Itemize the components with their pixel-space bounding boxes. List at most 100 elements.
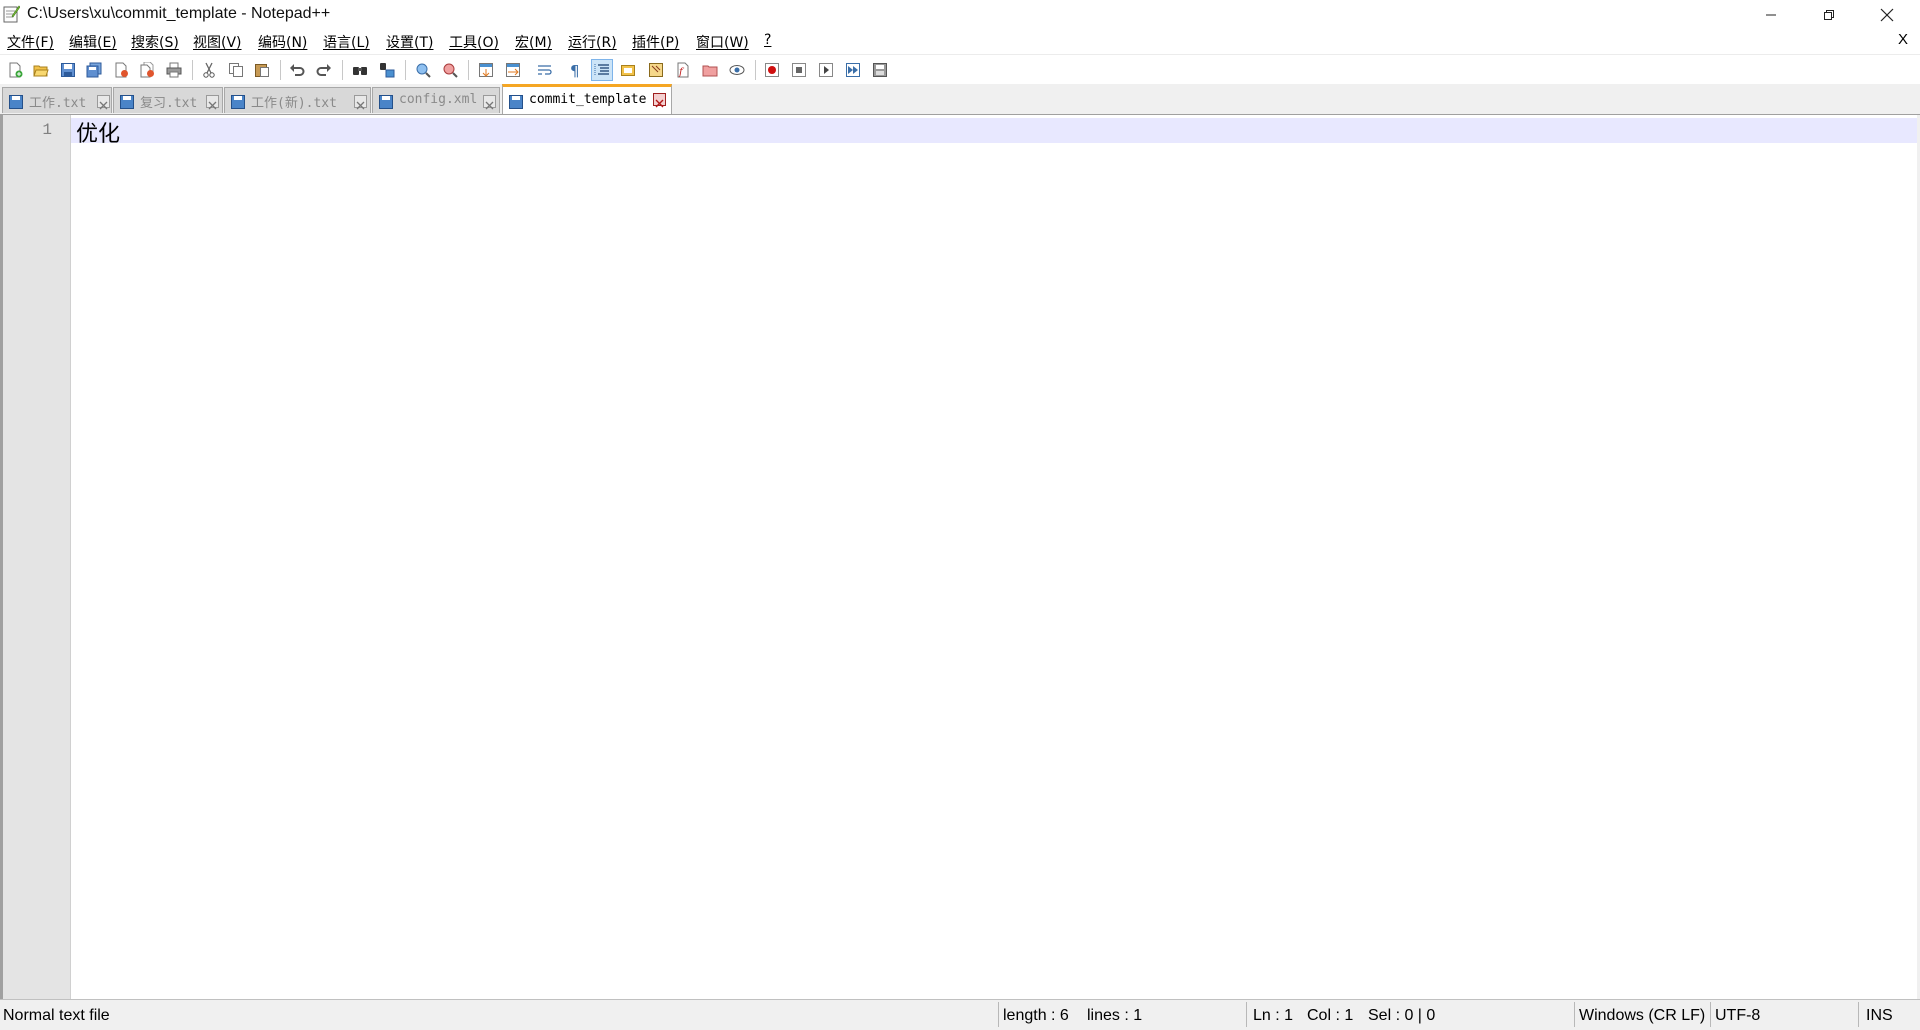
show-all-chars-icon[interactable]: ¶ <box>565 60 585 80</box>
saved-file-icon <box>509 94 523 109</box>
tab-label: commit_template <box>529 92 647 107</box>
editor-area[interactable]: 1 优化 <box>0 115 1920 999</box>
status-divider <box>1858 1002 1859 1027</box>
status-length: length : 6 <box>1003 1007 1069 1024</box>
tab-close-icon[interactable] <box>653 93 666 108</box>
save-all-icon[interactable] <box>84 60 104 80</box>
saved-file-icon <box>379 94 393 109</box>
saved-file-icon <box>9 94 23 109</box>
run-macro-multiple-icon[interactable] <box>843 60 863 80</box>
svg-text:¶: ¶ <box>570 62 580 78</box>
record-macro-icon[interactable] <box>762 60 782 80</box>
function-list-icon[interactable]: f <box>673 60 693 80</box>
menu-search[interactable]: 搜索(S) <box>131 32 179 52</box>
line-number: 1 <box>42 121 52 139</box>
status-lines: lines : 1 <box>1087 1007 1143 1024</box>
tab-strip: 工作.txt 复习.txt 工作(新).txt config.xml commi… <box>0 84 1920 115</box>
saved-file-icon <box>120 94 134 109</box>
status-divider <box>1246 1002 1247 1027</box>
stop-record-icon[interactable] <box>789 60 809 80</box>
zoom-in-icon[interactable] <box>413 60 433 80</box>
sync-horizontal-icon[interactable] <box>503 60 523 80</box>
new-file-icon[interactable] <box>5 60 25 80</box>
status-col[interactable]: Col : 1 <box>1307 1007 1353 1025</box>
close-all-icon[interactable] <box>137 60 157 80</box>
minimize-icon <box>1766 14 1776 15</box>
title-bar: C:\Users\xu\commit_template - Notepad++ <box>0 0 1920 29</box>
notepad-plus-plus-icon[interactable] <box>3 4 21 23</box>
tab-gongzuo[interactable]: 工作.txt <box>2 87 112 113</box>
word-wrap-icon[interactable] <box>535 60 555 80</box>
minimize-button[interactable] <box>1742 0 1800 29</box>
toolbar-separator <box>192 60 193 80</box>
menu-macro[interactable]: 宏(M) <box>515 32 552 52</box>
status-divider <box>1574 1002 1575 1027</box>
status-encoding[interactable]: UTF-8 <box>1715 1007 1760 1025</box>
menu-plugins[interactable]: 插件(P) <box>632 32 679 52</box>
language-icon[interactable] <box>618 60 638 80</box>
tab-config-xml[interactable]: config.xml <box>372 87 500 113</box>
zoom-out-icon[interactable] <box>440 60 460 80</box>
tab-gongzuo-xin[interactable]: 工作(新).txt <box>224 87 371 113</box>
restore-button[interactable] <box>1800 0 1858 29</box>
status-eol[interactable]: Windows (CR LF) <box>1579 1007 1705 1025</box>
cut-icon[interactable] <box>199 60 219 80</box>
tab-label: config.xml <box>399 92 478 107</box>
menu-settings[interactable]: 设置(T) <box>386 32 433 52</box>
tab-close-icon[interactable] <box>483 95 496 110</box>
tab-close-icon[interactable] <box>206 95 219 110</box>
close-icon <box>1880 8 1894 21</box>
close-window-button[interactable] <box>1858 0 1916 29</box>
toolbar-separator <box>755 60 756 80</box>
sync-vertical-icon[interactable] <box>476 60 496 80</box>
copy-icon[interactable] <box>226 60 246 80</box>
tab-close-icon[interactable] <box>97 95 110 110</box>
status-insert-mode[interactable]: INS <box>1866 1007 1893 1025</box>
indent-guide-icon[interactable] <box>591 59 613 81</box>
menu-tools[interactable]: 工具(O) <box>449 32 499 52</box>
status-divider <box>1710 1002 1711 1027</box>
undo-icon[interactable] <box>287 60 307 80</box>
menu-window[interactable]: 窗口(W) <box>696 32 749 52</box>
saved-file-icon <box>231 94 245 109</box>
menu-file[interactable]: 文件(F) <box>7 32 54 52</box>
print-icon[interactable] <box>164 60 184 80</box>
tab-fuxi[interactable]: 复习.txt <box>113 87 223 113</box>
close-document-button[interactable]: X <box>1898 31 1908 48</box>
paste-icon[interactable] <box>252 60 272 80</box>
line-number-gutter: 1 <box>3 115 71 999</box>
menu-help[interactable]: ? <box>764 32 771 48</box>
status-file-type: Normal text file <box>3 1007 110 1024</box>
find-icon[interactable] <box>350 60 370 80</box>
current-line-highlight <box>71 118 1919 143</box>
playback-macro-icon[interactable] <box>816 60 836 80</box>
replace-icon[interactable] <box>377 60 397 80</box>
doc-map-icon[interactable] <box>646 60 666 80</box>
status-sel[interactable]: Sel : 0 | 0 <box>1368 1007 1435 1025</box>
menu-language[interactable]: 语言(L) <box>323 32 370 52</box>
save-macro-icon[interactable] <box>870 60 890 80</box>
open-file-icon[interactable] <box>31 60 51 80</box>
toolbar-separator <box>405 60 406 80</box>
menu-bar: 文件(F) 编辑(E) 搜索(S) 视图(V) 编码(N) 语言(L) 设置(T… <box>0 29 1920 54</box>
close-icon[interactable] <box>111 60 131 80</box>
window-title: C:\Users\xu\commit_template - Notepad++ <box>27 5 331 22</box>
tab-commit-template[interactable]: commit_template <box>502 84 672 114</box>
save-icon[interactable] <box>58 60 78 80</box>
folder-as-workspace-icon[interactable] <box>700 60 720 80</box>
status-ln[interactable]: Ln : 1 <box>1253 1007 1293 1025</box>
menu-run[interactable]: 运行(R) <box>568 32 617 52</box>
tab-close-icon[interactable] <box>354 95 367 110</box>
toolbar-separator <box>280 60 281 80</box>
toolbar: ¶ f <box>0 54 1920 85</box>
monitoring-icon[interactable] <box>727 60 747 80</box>
menu-edit[interactable]: 编辑(E) <box>69 32 117 52</box>
menu-encoding[interactable]: 编码(N) <box>258 32 307 52</box>
editor-line[interactable]: 优化 <box>76 116 120 148</box>
menu-view[interactable]: 视图(V) <box>193 32 242 52</box>
status-divider <box>998 1002 999 1027</box>
redo-icon[interactable] <box>314 60 334 80</box>
restore-icon <box>1824 9 1834 20</box>
tab-label: 复习.txt <box>140 96 198 111</box>
toolbar-separator <box>342 60 343 80</box>
